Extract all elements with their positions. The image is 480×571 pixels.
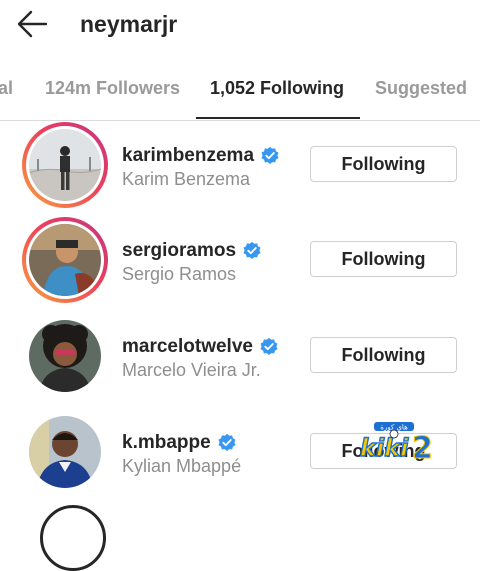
list-item[interactable]: sergioramos Sergio Ramos Following bbox=[0, 217, 480, 313]
avatar-story-ring[interactable] bbox=[22, 217, 108, 303]
tab-followers[interactable]: 124m Followers bbox=[45, 60, 180, 118]
full-name-label: Kylian Mbappé bbox=[122, 456, 242, 476]
verified-badge-icon bbox=[243, 241, 261, 259]
avatar bbox=[29, 129, 101, 201]
avatar bbox=[29, 320, 101, 392]
avatar bbox=[29, 224, 101, 296]
back-button[interactable] bbox=[12, 6, 52, 42]
avatar[interactable] bbox=[40, 505, 106, 571]
following-button[interactable]: Following bbox=[310, 337, 457, 373]
watermark-logo: هاي كورة kiki 2 bbox=[356, 420, 436, 468]
full-name-label: Sergio Ramos bbox=[122, 264, 237, 284]
username-label[interactable]: k.mbappe bbox=[122, 432, 211, 454]
username-label[interactable]: marcelotwelve bbox=[122, 336, 253, 358]
profile-username: neymarjr bbox=[80, 11, 178, 37]
active-tab-indicator bbox=[196, 117, 360, 119]
list-item[interactable]: marcelotwelve Marcelo Vieira Jr. Followi… bbox=[0, 313, 480, 409]
top-bar: neymarjr bbox=[0, 0, 480, 52]
watermark-large-text: kiki bbox=[360, 434, 409, 462]
username-label[interactable]: sergioramos bbox=[122, 240, 236, 262]
avatar-story-ring[interactable] bbox=[22, 122, 108, 208]
username-label[interactable]: karimbenzema bbox=[122, 145, 254, 167]
full-name-label: Karim Benzema bbox=[122, 169, 251, 189]
svg-text:2: 2 bbox=[412, 431, 433, 466]
tab-bar: al 124m Followers 1,052 Following Sugges… bbox=[0, 60, 480, 121]
list-item[interactable]: karimbenzema Karim Benzema Following bbox=[0, 122, 480, 218]
following-button[interactable]: Following bbox=[310, 241, 457, 277]
arrow-left-icon bbox=[17, 10, 48, 38]
verified-badge-icon bbox=[218, 433, 236, 451]
verified-badge-icon bbox=[261, 146, 279, 164]
avatar-frame[interactable] bbox=[22, 409, 108, 495]
verified-badge-icon bbox=[260, 337, 278, 355]
avatar bbox=[29, 416, 101, 488]
tab-suggested[interactable]: Suggested bbox=[375, 60, 467, 118]
full-name-label: Marcelo Vieira Jr. bbox=[122, 360, 261, 380]
following-button[interactable]: Following bbox=[310, 146, 457, 182]
avatar-frame[interactable] bbox=[22, 313, 108, 399]
tab-followers-partial[interactable]: al bbox=[0, 60, 13, 118]
tab-following[interactable]: 1,052 Following bbox=[210, 60, 344, 118]
